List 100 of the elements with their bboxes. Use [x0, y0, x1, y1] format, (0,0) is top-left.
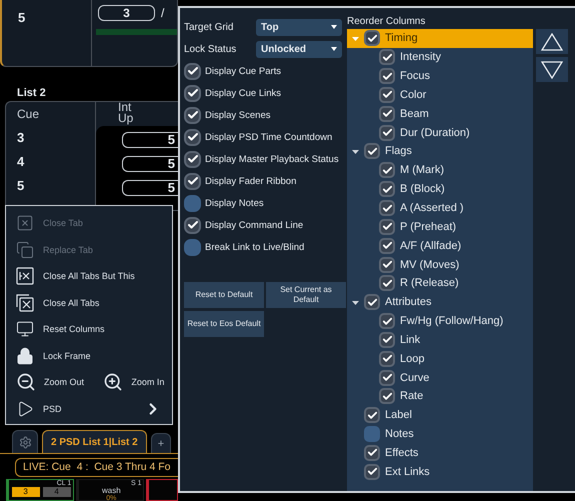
tree-item[interactable]: Flags	[347, 142, 533, 161]
check-icon	[382, 184, 392, 195]
tree-item[interactable]: Label	[347, 406, 533, 425]
dialog-button[interactable]: Set Current as Default	[266, 282, 346, 308]
value-field[interactable]: 3	[98, 5, 155, 21]
zoom-in-item[interactable]: Zoom In	[103, 372, 172, 392]
tree-item[interactable]: MV (Moves)	[347, 255, 533, 274]
tree-item[interactable]: Color	[347, 86, 533, 104]
monitor-icon	[16, 320, 34, 338]
checkbox[interactable]	[379, 388, 395, 404]
tree-item[interactable]: Rate	[347, 387, 533, 406]
tree-item[interactable]: R (Release)	[347, 274, 533, 293]
checkbox[interactable]	[364, 143, 380, 160]
checkbox[interactable]	[364, 30, 380, 46]
check-icon	[382, 164, 392, 176]
check-icon	[382, 221, 392, 232]
tree-item[interactable]: Ext Links	[347, 462, 533, 482]
option-label: Display Master Playback Status	[205, 154, 339, 164]
dropdown-caret-icon	[331, 25, 337, 29]
checkbox[interactable]	[379, 256, 395, 273]
tree-item[interactable]: Intensity	[347, 48, 533, 67]
checkbox[interactable]	[364, 294, 380, 310]
check-icon	[382, 259, 392, 270]
checkbox[interactable]	[379, 162, 395, 178]
check-icon	[382, 89, 392, 100]
checkbox[interactable]	[379, 218, 395, 235]
tree-item[interactable]: Curve	[347, 368, 533, 388]
tree-item[interactable]: Dur (Duration)	[347, 123, 533, 142]
tree-item[interactable]: B (Block)	[347, 180, 533, 199]
menu-item[interactable]: Close All Tabs	[16, 290, 172, 316]
copy-icon	[16, 240, 34, 259]
checkbox[interactable]	[184, 84, 201, 102]
cue-number: 4	[17, 154, 26, 169]
checkbox[interactable]	[184, 128, 201, 146]
check-icon	[366, 410, 378, 421]
move-up-button[interactable]	[536, 29, 568, 54]
dialog-button[interactable]: Reset to Default	[184, 282, 264, 308]
dialog-button[interactable]: Reset to Eos Default	[184, 311, 264, 337]
tree-item[interactable]: A (Asserted )	[347, 198, 533, 218]
tree-item[interactable]: Attributes	[347, 292, 533, 312]
checkbox[interactable]	[379, 86, 395, 103]
lock-icon	[16, 346, 34, 365]
tree-item[interactable]: Loop	[347, 349, 533, 368]
checkbox[interactable]	[379, 275, 395, 292]
fader[interactable]	[146, 479, 178, 501]
checkbox[interactable]	[379, 238, 395, 254]
checkbox[interactable]	[379, 124, 395, 141]
option-label: Display PSD Time Countdown	[205, 132, 332, 142]
tree-item[interactable]: M (Mark)	[347, 160, 533, 180]
check-icon	[382, 202, 392, 214]
menu-item[interactable]: Reset Columns	[16, 316, 172, 342]
checkbox[interactable]	[364, 464, 380, 480]
checkbox[interactable]	[184, 238, 201, 256]
checkbox[interactable]	[379, 68, 395, 84]
triangle-up-icon	[541, 32, 563, 50]
tree-item[interactable]: P (Preheat)	[347, 217, 533, 236]
tree-item[interactable]: A/F (Allfade)	[347, 236, 533, 256]
tree-item[interactable]: Beam	[347, 104, 533, 124]
field-label: Lock Status	[184, 44, 238, 54]
column-header: Cue	[17, 107, 40, 121]
checkbox[interactable]	[184, 172, 201, 190]
tree-item[interactable]: Link	[347, 330, 533, 350]
tree-item[interactable]: Focus	[347, 66, 533, 86]
zoom-out-item[interactable]: Zoom Out	[16, 372, 94, 392]
checkbox[interactable]	[184, 62, 201, 80]
add-tab-button[interactable]: +	[150, 433, 172, 453]
dropdown[interactable]: Unlocked	[256, 40, 342, 58]
checkbox[interactable]	[379, 370, 395, 386]
checkbox[interactable]	[184, 194, 201, 212]
check-icon	[186, 131, 198, 143]
menu-item[interactable]: Lock Frame	[16, 342, 172, 369]
tab[interactable]: 2 PSD List 1|List 2	[42, 430, 147, 453]
tree-item[interactable]: Timing	[347, 29, 533, 48]
tree-item[interactable]: Effects	[347, 444, 533, 462]
check-icon	[382, 334, 392, 346]
checkbox[interactable]	[184, 216, 201, 234]
settings-tab[interactable]	[12, 430, 38, 453]
check-icon	[366, 466, 378, 478]
move-down-button[interactable]	[536, 57, 568, 82]
checkbox[interactable]	[364, 444, 380, 461]
checkbox[interactable]	[184, 106, 201, 124]
checkbox[interactable]	[379, 350, 395, 367]
menu-item[interactable]: PSD	[16, 396, 172, 422]
dropdown[interactable]: Top	[256, 18, 342, 36]
checkbox[interactable]	[379, 313, 395, 330]
expand-caret-icon[interactable]	[352, 298, 359, 306]
check-icon	[186, 65, 198, 77]
menu-item[interactable]: Close All Tabs But This	[16, 263, 172, 290]
checkbox[interactable]	[379, 332, 395, 348]
fader-button[interactable]: 3	[12, 487, 40, 497]
checkbox[interactable]	[184, 150, 201, 168]
checkbox[interactable]	[379, 106, 395, 122]
checkbox[interactable]	[364, 407, 380, 424]
expand-caret-icon[interactable]	[352, 148, 359, 155]
checkbox[interactable]	[379, 181, 395, 198]
checkbox[interactable]	[379, 200, 395, 216]
checkbox[interactable]	[379, 49, 395, 66]
checkbox[interactable]	[364, 426, 380, 442]
tree-item[interactable]: Fw/Hg (Follow/Hang)	[347, 312, 533, 330]
tree-item[interactable]: Notes	[347, 424, 533, 444]
